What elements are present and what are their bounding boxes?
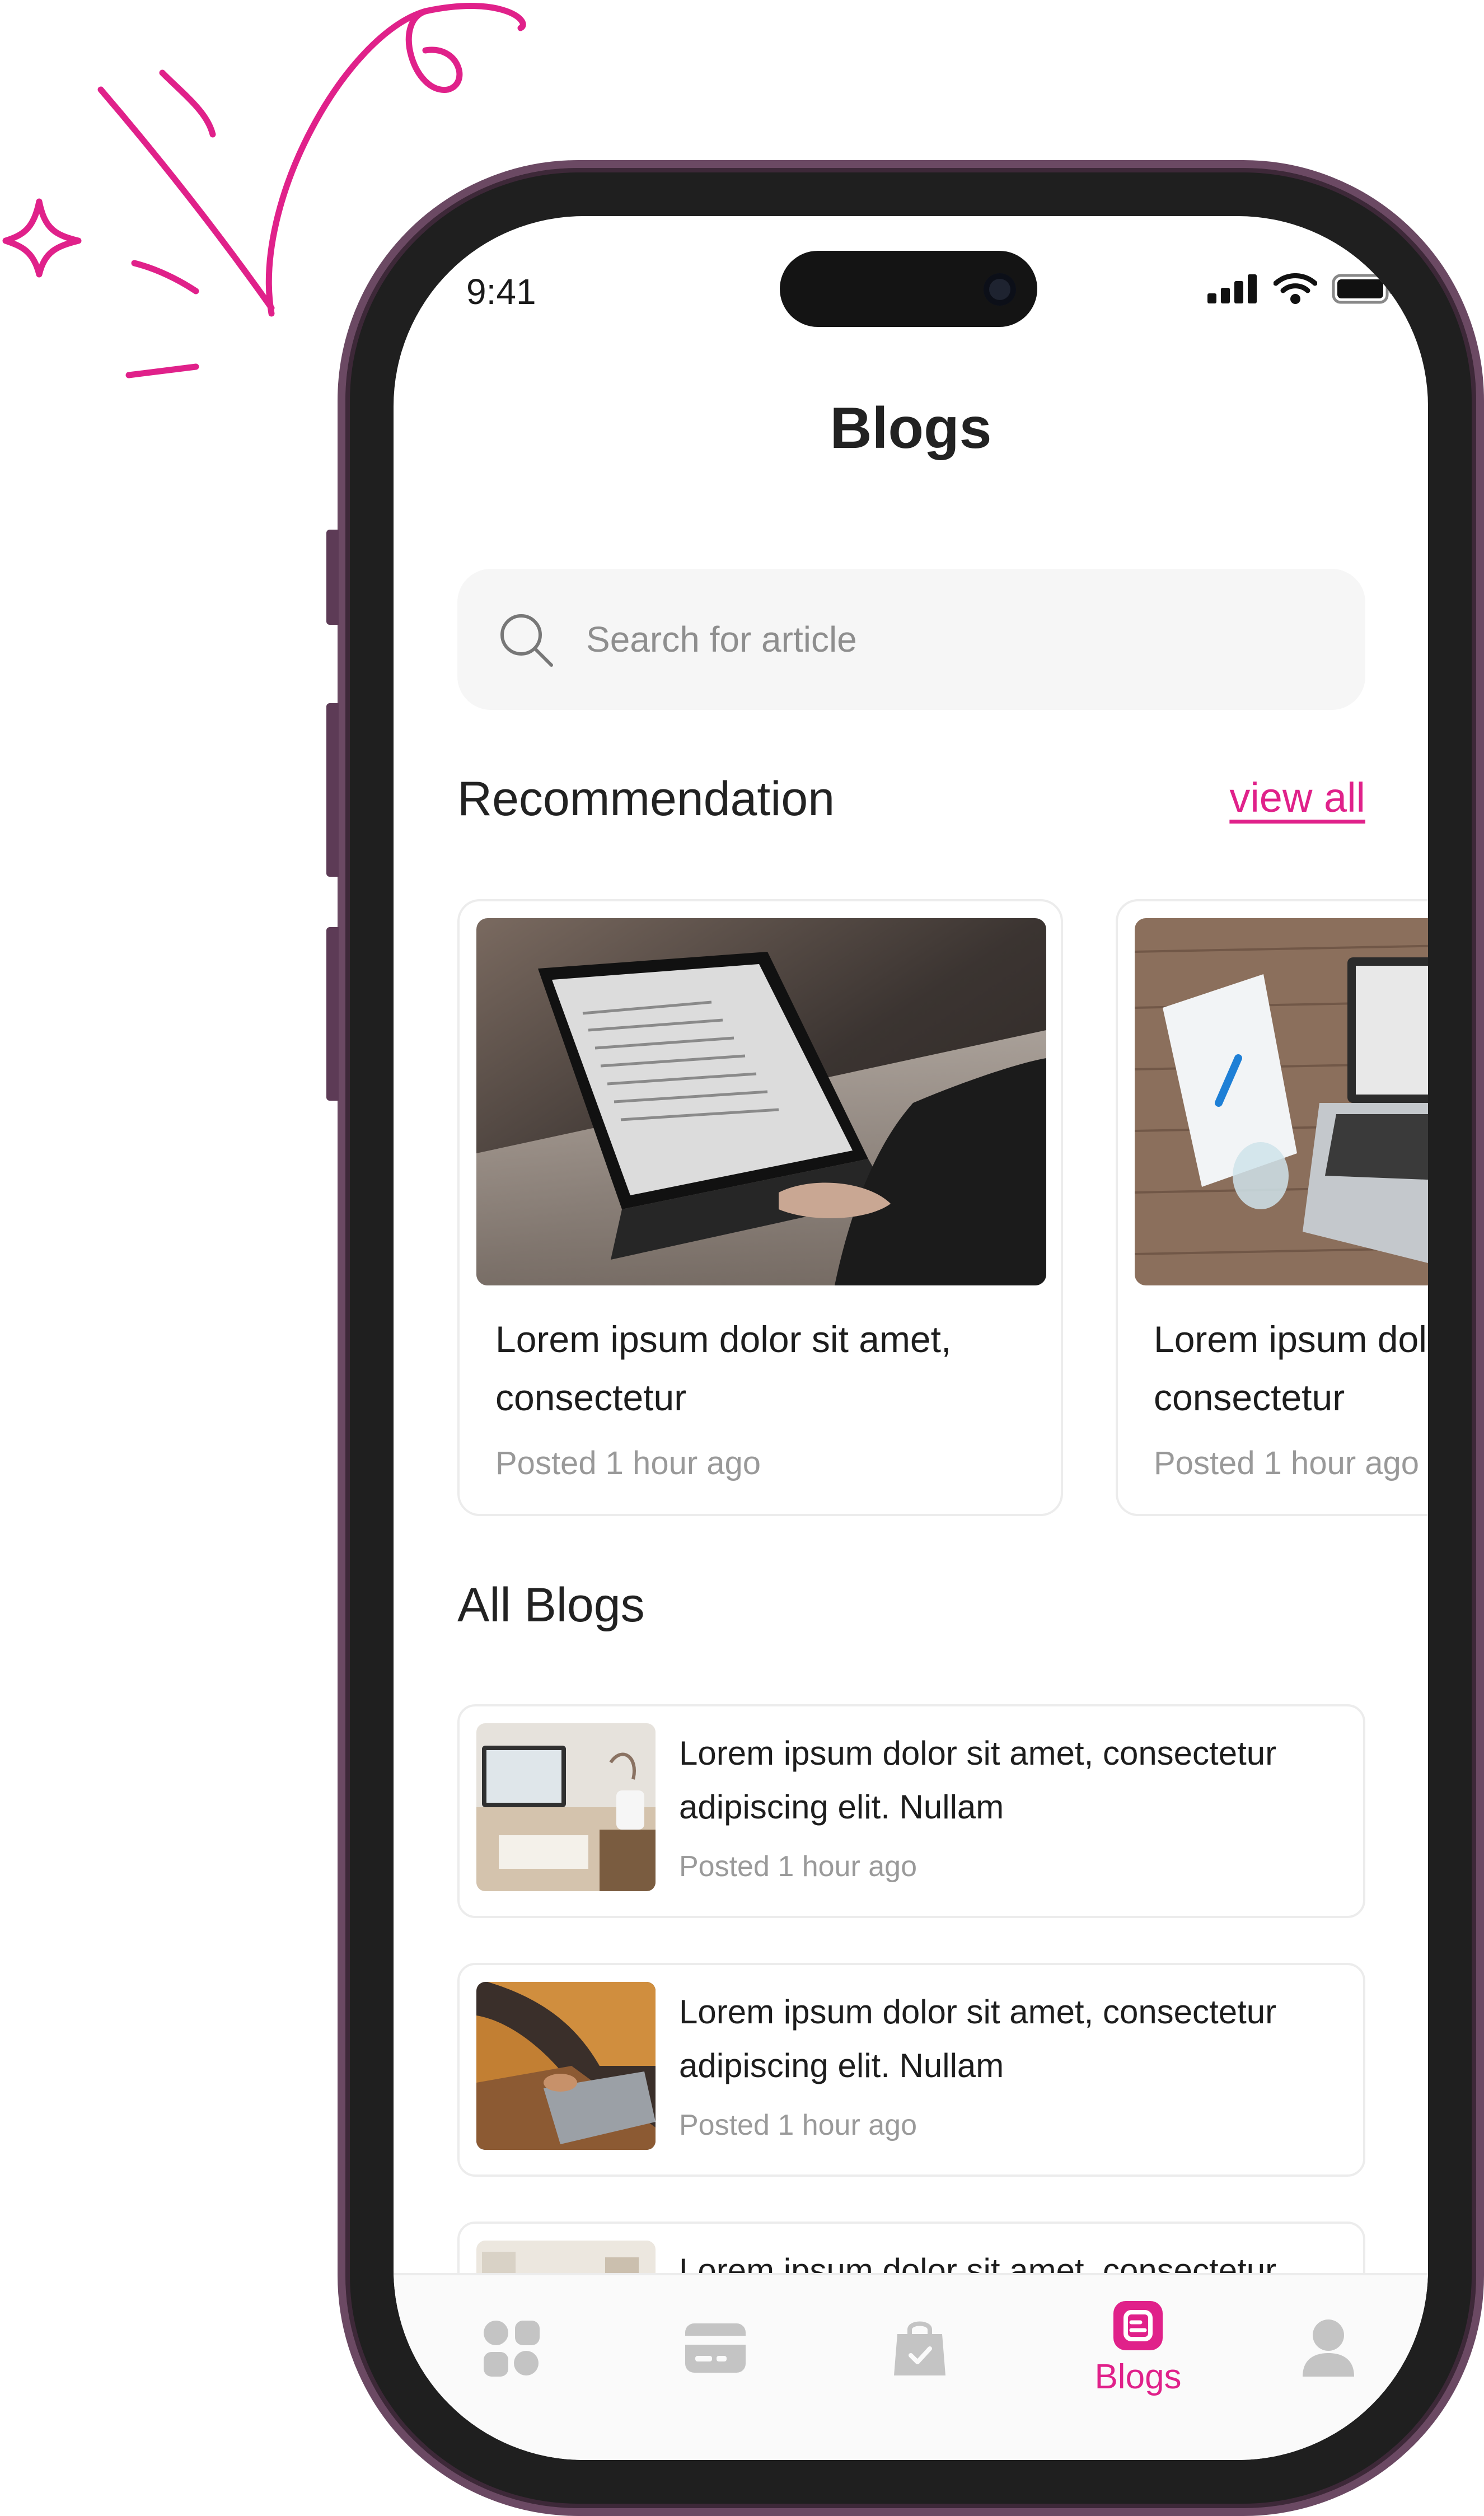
search-bar[interactable] xyxy=(457,569,1365,710)
recommendation-card[interactable]: Lorem ipsum dolor sit amet, consectetur … xyxy=(457,899,1063,1516)
nav-home[interactable] xyxy=(461,2275,561,2421)
desk-notebook-photo xyxy=(1135,918,1428,1285)
volume-down-button xyxy=(326,927,339,1101)
view-all-link[interactable]: view all xyxy=(1229,774,1365,821)
app-screen: 9:41 Blogs Recommendation view xyxy=(394,216,1428,2460)
grid-icon xyxy=(484,2321,540,2377)
blog-icon xyxy=(1113,2300,1163,2350)
all-blogs-heading: All Blogs xyxy=(457,1578,645,1632)
action-button xyxy=(326,530,339,625)
laptop-typing-photo xyxy=(476,918,1046,1285)
blog-title: Lorem ipsum dolor sit amet, consectetur … xyxy=(679,1993,1277,2084)
nav-blogs[interactable]: Blogs xyxy=(1076,2275,1200,2421)
blog-timestamp: Posted 1 hour ago xyxy=(679,2109,917,2141)
front-camera xyxy=(984,273,1016,306)
nav-profile[interactable] xyxy=(1278,2275,1379,2421)
page-title: Blogs xyxy=(830,396,992,461)
card-title: Lorem ipsum dolor sit amet, consectetur xyxy=(1154,1318,1428,1418)
nav-cards[interactable] xyxy=(665,2275,766,2421)
recommendation-heading: Recommendation xyxy=(457,772,835,826)
bottom-nav: Blogs xyxy=(394,2273,1428,2460)
status-time: 9:41 xyxy=(466,272,536,312)
card-timestamp: Posted 1 hour ago xyxy=(1154,1445,1420,1481)
search-icon xyxy=(500,614,553,667)
blog-thumbnail xyxy=(476,1723,656,1891)
blog-list-item[interactable]: Lorem ipsum dolor sit amet, consectetur … xyxy=(457,1704,1365,1918)
wifi-icon xyxy=(1274,273,1317,304)
cellular-signal-icon xyxy=(1207,274,1257,303)
recommendation-card[interactable]: Lorem ipsum dolor sit amet, consectetur … xyxy=(1116,899,1428,1516)
status-icons xyxy=(1207,272,1394,306)
blog-list-item[interactable]: Lorem ipsum dolor sit amet, consectetur … xyxy=(457,1963,1365,2177)
dynamic-island xyxy=(780,251,1037,327)
card-timestamp: Posted 1 hour ago xyxy=(495,1445,761,1481)
blog-title: Lorem ipsum dolor sit amet, consectetur … xyxy=(679,1734,1277,1826)
battery-icon xyxy=(1332,274,1393,304)
card-title: Lorem ipsum dolor sit amet, consectetur xyxy=(495,1318,952,1418)
blog-thumbnail xyxy=(476,1982,656,2150)
shopping-bag-icon xyxy=(894,2321,945,2375)
volume-up-button xyxy=(326,703,339,877)
profile-icon xyxy=(1303,2319,1354,2377)
search-input[interactable] xyxy=(585,608,1315,671)
nav-blogs-label: Blogs xyxy=(1094,2357,1182,2396)
blog-timestamp: Posted 1 hour ago xyxy=(679,1850,917,1883)
nav-shop[interactable] xyxy=(869,2275,970,2421)
card-icon xyxy=(685,2323,746,2373)
